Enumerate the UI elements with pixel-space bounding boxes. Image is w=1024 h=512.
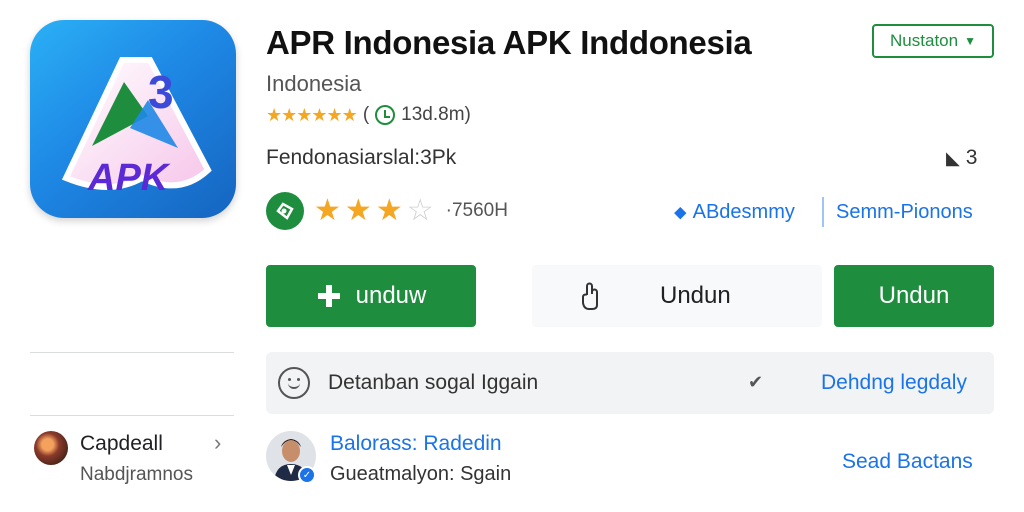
- verified-badge-icon: [266, 192, 304, 230]
- author-link[interactable]: Sead Bactans: [842, 450, 973, 474]
- rating-badge-row: ★ ★ ★ ☆ ·7560H: [266, 192, 508, 230]
- info-bar[interactable]: Detanban sogal Iggain ✔ Dehdng legdaly: [266, 352, 994, 414]
- verified-icon: ✓: [298, 466, 316, 484]
- divider: [30, 352, 234, 353]
- rating-paren: (: [362, 104, 370, 125]
- app-icon: 3 APK: [30, 20, 236, 218]
- star-icon: ★: [344, 194, 372, 227]
- app-title: APR Indonesia APK Inddonesia: [266, 24, 752, 61]
- hand-icon: [582, 282, 598, 310]
- link-divider: [822, 197, 824, 227]
- share-count-value: 3: [965, 146, 978, 169]
- small-stars-icon: ★★★★★★: [266, 104, 358, 125]
- chevron-right-icon[interactable]: ›: [214, 430, 221, 456]
- star-icon: ★: [375, 194, 403, 227]
- secondary-download-button[interactable]: Undun: [532, 265, 822, 327]
- permissions-link[interactable]: Semm-Pionons: [836, 201, 973, 224]
- svg-text:3: 3: [148, 66, 174, 118]
- info-link[interactable]: Dehdng legdaly: [821, 371, 967, 395]
- rating-row: ★★★★★★ ( 13d.8m): [266, 104, 471, 126]
- author-subtitle: Gueatmalyon: Sgain: [330, 463, 512, 485]
- rating-stars: ★ ★ ★ ☆: [314, 196, 434, 226]
- star-empty-icon: ☆: [406, 194, 434, 227]
- clock-icon: [375, 105, 396, 125]
- divider: [30, 415, 234, 416]
- category-title[interactable]: Capdeall: [80, 432, 163, 456]
- app-subtitle: Indonesia: [266, 71, 362, 96]
- developer-link[interactable]: ⬥ ABdesmmy: [674, 201, 795, 224]
- star-icon: ★: [314, 194, 341, 227]
- app-icon-text: APK: [87, 157, 171, 199]
- check-icon: ✔: [748, 372, 764, 392]
- install-button-label: unduw: [355, 282, 427, 309]
- category-avatar: [34, 431, 68, 465]
- download-button-label: Undun: [878, 282, 950, 309]
- developer-line: Fendonasiarslal:3Pk: [266, 146, 457, 169]
- rating-small-value: 13d.8m): [401, 104, 471, 125]
- plus-icon: [317, 285, 340, 307]
- info-text: Detanban sogal Iggain: [328, 371, 539, 394]
- chevron-down-icon: ▼: [964, 34, 976, 48]
- download-button[interactable]: Undun: [834, 265, 994, 327]
- dropdown-label: Nustaton: [890, 31, 959, 50]
- share-count[interactable]: ◣ 3: [946, 146, 977, 170]
- location-pin-icon: ⬥: [674, 202, 687, 222]
- secondary-download-label: Undun: [660, 282, 731, 309]
- category-subtitle: Nabdjramnos: [80, 464, 193, 485]
- author-name[interactable]: Balorass: Radedin: [330, 432, 502, 456]
- developer-link-label: ABdesmmy: [692, 201, 795, 223]
- rating-count: ·7560H: [445, 200, 508, 221]
- status-dropdown[interactable]: Nustaton ▼: [872, 24, 994, 58]
- install-button[interactable]: unduw: [266, 265, 476, 327]
- smile-icon: [278, 367, 310, 399]
- share-icon: ◣: [946, 148, 960, 168]
